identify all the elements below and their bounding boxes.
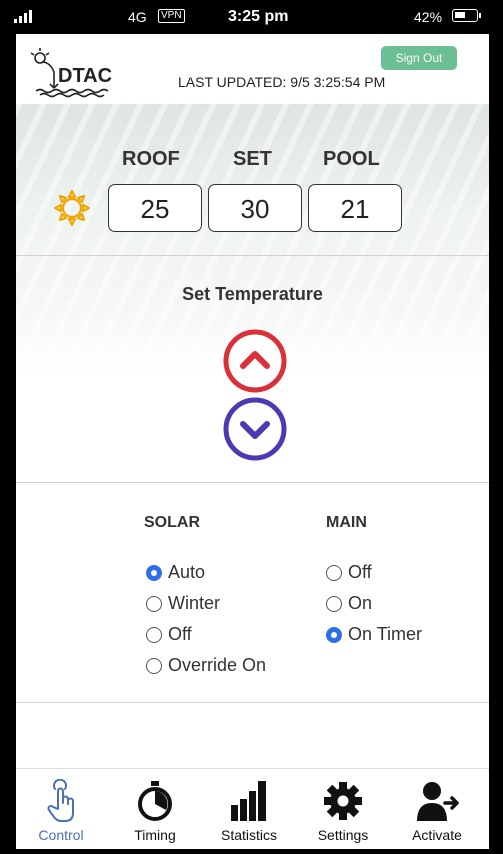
temp-up-button[interactable] — [222, 328, 288, 394]
touch-icon — [47, 779, 74, 822]
solar-option-override-on[interactable]: Override On — [146, 655, 266, 676]
gear-icon — [324, 782, 362, 820]
pool-temp-box: 21 — [308, 184, 402, 232]
radio-label: Override On — [168, 655, 267, 675]
tab-label: Settings — [317, 827, 369, 843]
divider-top — [16, 255, 489, 256]
radio-label: On — [348, 593, 373, 613]
sun-icon — [52, 188, 92, 228]
tab-control[interactable]: Control — [16, 769, 106, 849]
solar-option-off[interactable]: Off — [146, 624, 192, 645]
tab-label: Statistics — [220, 827, 277, 843]
network-type: 4G — [128, 9, 147, 25]
main-option-on[interactable]: On — [326, 593, 372, 614]
divider-middle — [16, 482, 489, 483]
app-content: DTAC Sign Out LAST UPDATED: 9/5 3:25:54 … — [16, 34, 489, 768]
radio-label: Off — [168, 624, 192, 644]
radio-label: Auto — [168, 562, 206, 582]
pool-label: POOL — [323, 148, 380, 170]
set-label: SET — [233, 148, 272, 170]
radio-selected[interactable] — [326, 626, 342, 643]
status-bar: 4G VPN 3:25 pm 42% — [0, 0, 503, 34]
roof-label: ROOF — [122, 148, 180, 170]
svg-text:DTAC: DTAC — [58, 65, 112, 87]
stopwatch-icon — [138, 781, 172, 821]
main-title: MAIN — [326, 514, 367, 531]
radio-unselected[interactable] — [146, 657, 162, 674]
solar-option-auto[interactable]: Auto — [146, 562, 205, 583]
battery-tip — [479, 13, 481, 18]
main-option-on-timer[interactable]: On Timer — [326, 624, 422, 645]
add-user-icon — [417, 782, 459, 821]
dtac-logo: DTAC — [28, 44, 138, 98]
battery-icon — [452, 9, 478, 22]
set-temperature-title: Set Temperature — [182, 284, 323, 304]
tab-label: Activate — [412, 827, 462, 843]
signal-icon — [14, 9, 32, 23]
sign-out-button[interactable]: Sign Out — [381, 46, 457, 70]
radio-label: Winter — [168, 593, 221, 613]
status-time: 3:25 pm — [228, 8, 289, 25]
tab-timing[interactable]: Timing — [110, 769, 200, 849]
radio-label: On Timer — [348, 624, 423, 644]
main-option-off[interactable]: Off — [326, 562, 372, 583]
solar-title: SOLAR — [144, 514, 200, 531]
tab-activate[interactable]: Activate — [392, 769, 482, 849]
set-temp-box: 30 — [208, 184, 302, 232]
bar-chart-icon — [231, 781, 266, 821]
tab-statistics[interactable]: Statistics — [204, 769, 294, 849]
divider-bottom — [16, 702, 489, 703]
radio-unselected[interactable] — [326, 564, 342, 581]
radio-unselected[interactable] — [146, 626, 162, 643]
vpn-badge: VPN — [158, 9, 185, 23]
radio-unselected[interactable] — [146, 595, 162, 612]
tab-label: Control — [38, 827, 84, 843]
radio-selected[interactable] — [146, 564, 162, 581]
battery-percent: 42% — [414, 9, 443, 25]
bottom-tab-bar: Control Timing Statistics Settings Activ… — [16, 768, 489, 849]
radio-unselected[interactable] — [326, 595, 342, 612]
roof-temp-box: 25 — [108, 184, 202, 232]
last-updated-text: LAST UPDATED: 9/5 3:25:54 PM — [178, 74, 386, 90]
radio-label: Off — [348, 562, 372, 582]
temp-down-button[interactable] — [222, 396, 288, 462]
tab-label: Timing — [134, 827, 176, 843]
tab-settings[interactable]: Settings — [298, 769, 388, 849]
solar-option-winter[interactable]: Winter — [146, 593, 220, 614]
